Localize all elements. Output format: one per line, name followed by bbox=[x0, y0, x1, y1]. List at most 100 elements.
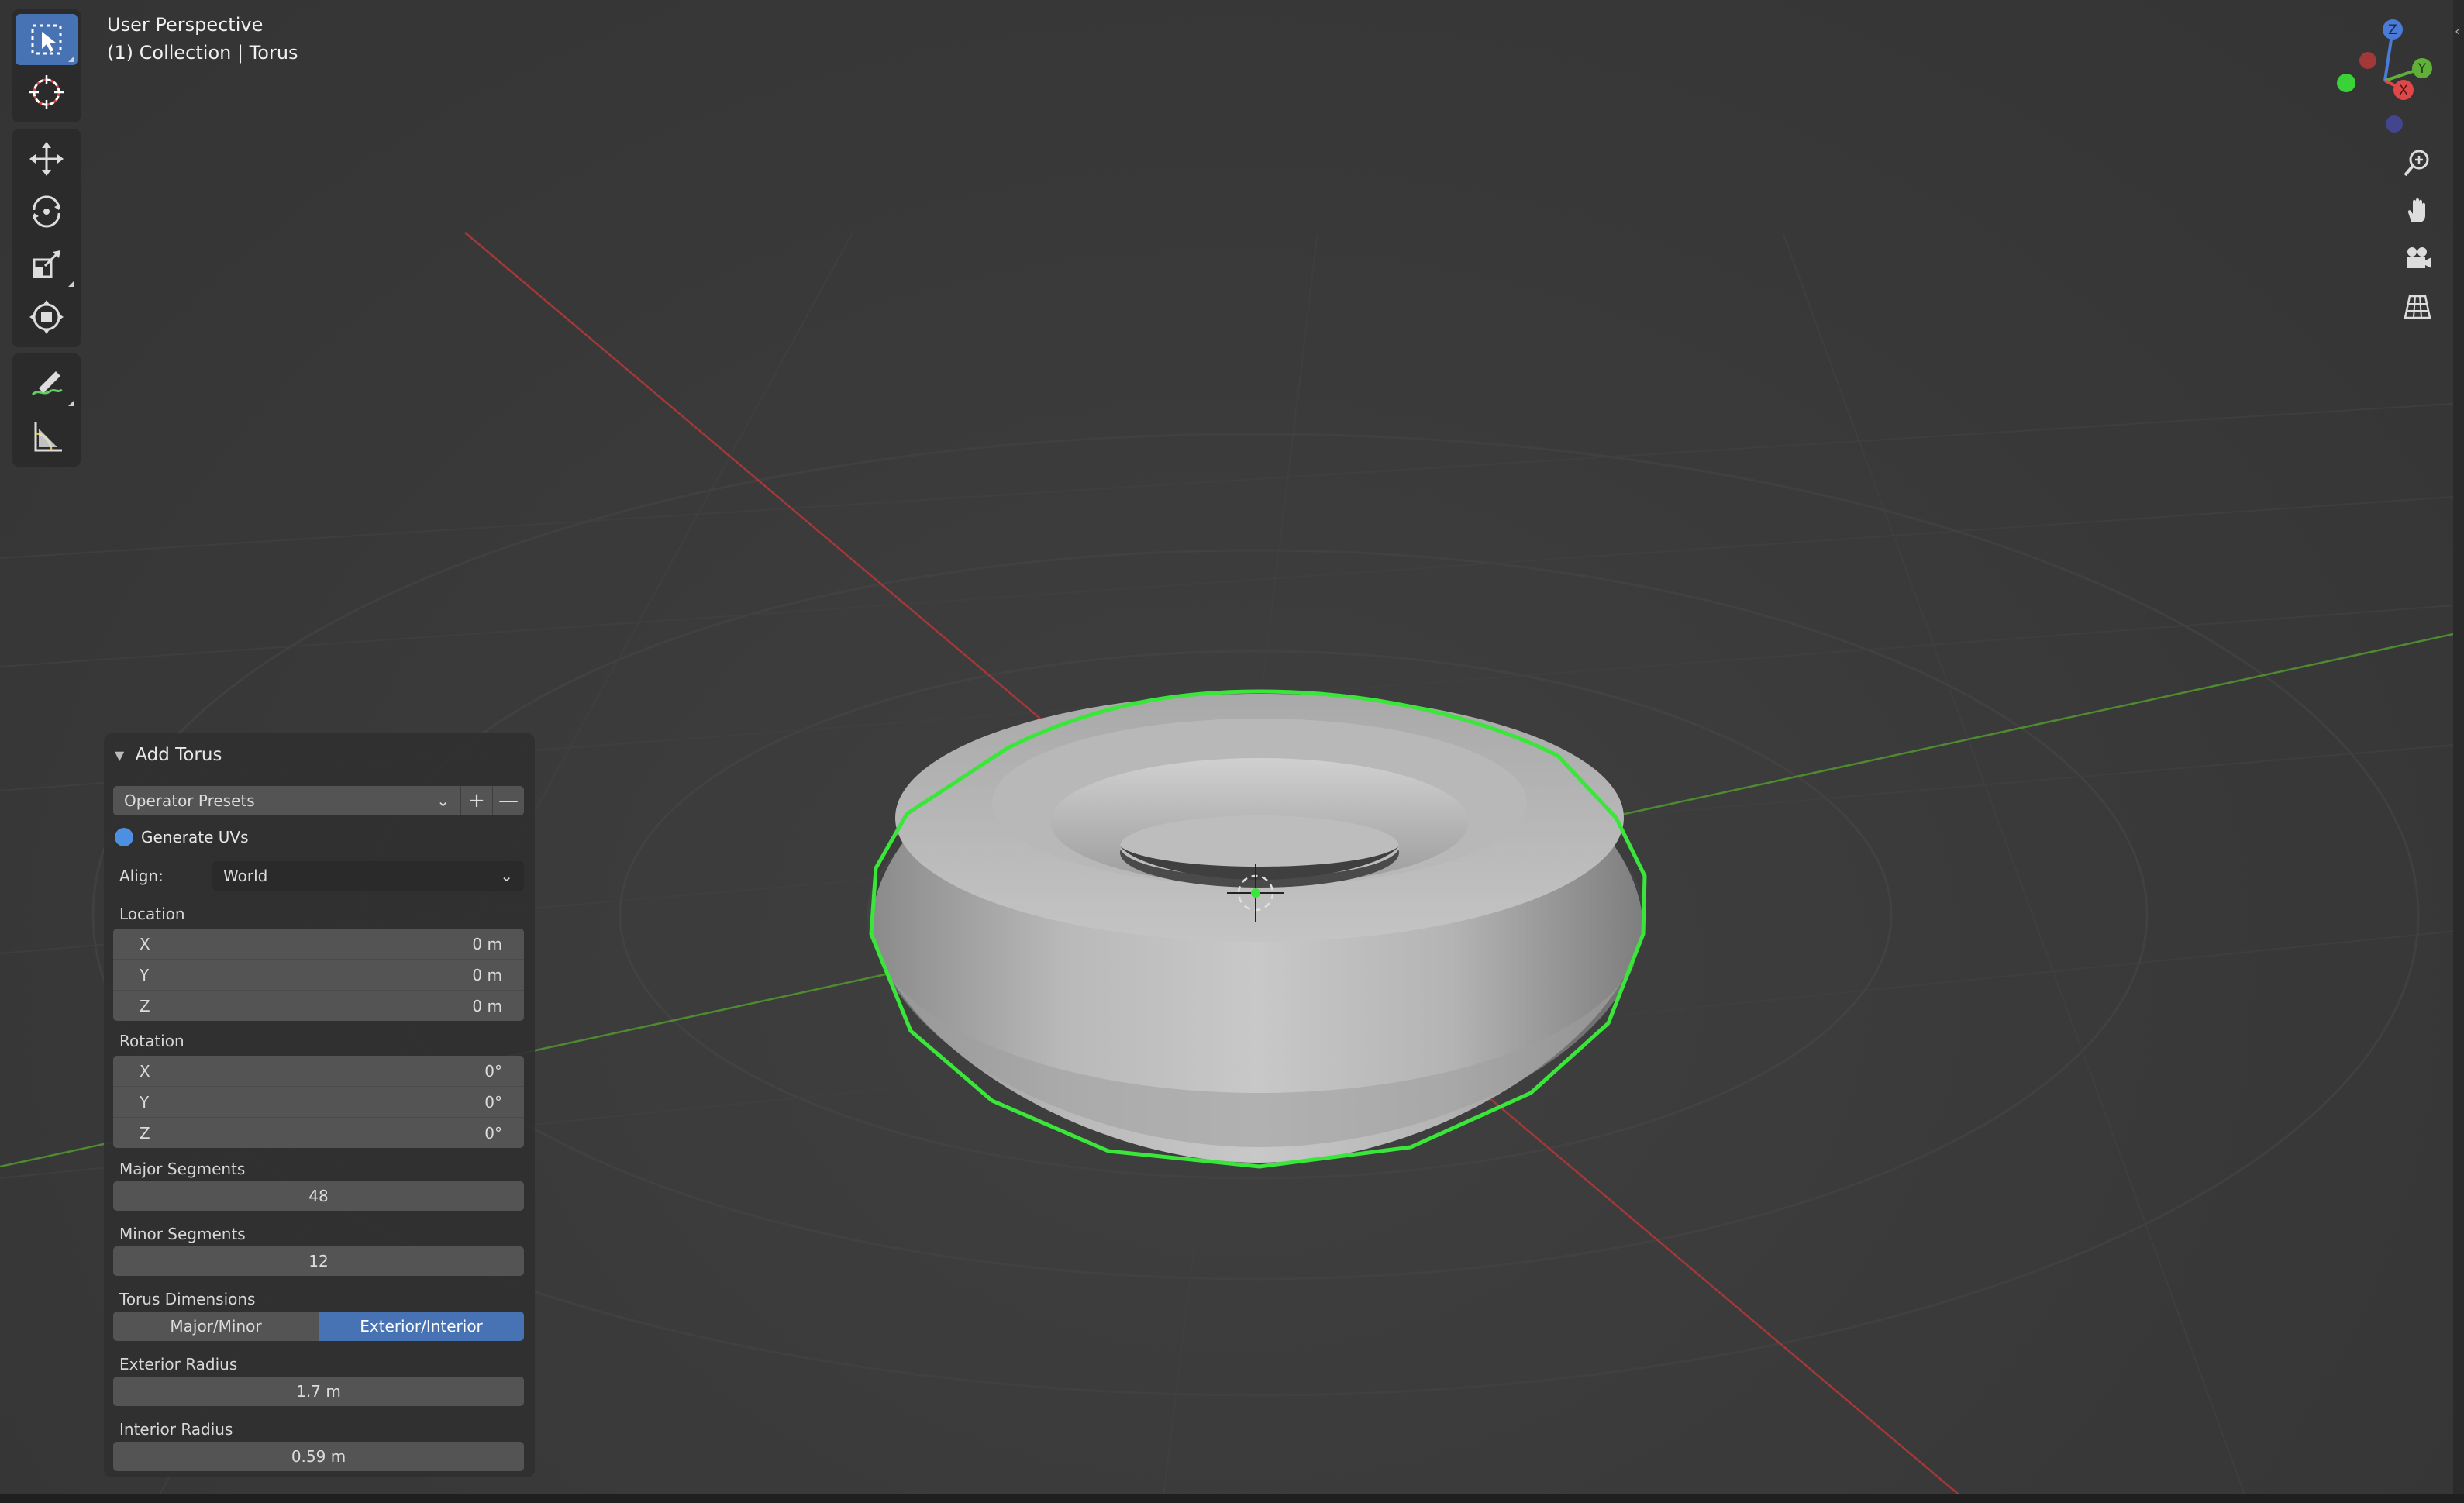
transform-tool[interactable] bbox=[16, 291, 78, 343]
collection-info: (1) Collection | Torus bbox=[107, 42, 298, 64]
rotation-fields: X 0° Y 0° Z 0° bbox=[113, 1056, 524, 1148]
x-axis-label: X bbox=[2399, 83, 2408, 98]
axis-label: Z bbox=[140, 1123, 150, 1143]
move-tool[interactable] bbox=[16, 133, 78, 184]
exterior-interior-option[interactable]: Exterior/Interior bbox=[319, 1312, 524, 1341]
operator-panel-header[interactable]: ▼ Add Torus bbox=[104, 733, 535, 777]
annotate-tool[interactable] bbox=[16, 358, 78, 409]
z-axis-label: Z bbox=[2388, 22, 2397, 38]
neg-z-handle[interactable] bbox=[2386, 115, 2403, 133]
select-box-tool[interactable] bbox=[16, 14, 78, 65]
operator-panel: ▼ Add Torus Operator Presets ⌄ + — Gener… bbox=[104, 733, 535, 1477]
axis-label: X bbox=[140, 934, 150, 953]
viewport-nav-buttons bbox=[2394, 140, 2441, 332]
field-value: 0 m bbox=[472, 934, 502, 953]
tool-group-transform bbox=[12, 129, 81, 347]
y-axis-label: Y bbox=[2417, 61, 2427, 77]
measure-icon bbox=[34, 422, 62, 452]
torus-object[interactable] bbox=[869, 689, 1647, 1169]
navigation-gizmo[interactable]: Z Y X bbox=[2317, 11, 2448, 143]
add-preset-button[interactable]: + bbox=[460, 786, 492, 815]
tool-variant-indicator bbox=[68, 281, 74, 287]
field-value: 0.59 m bbox=[291, 1447, 346, 1466]
perspective-toggle-button[interactable] bbox=[2394, 284, 2441, 330]
neg-x-handle[interactable] bbox=[2359, 52, 2376, 69]
minus-icon: — bbox=[498, 789, 519, 812]
option-label: Exterior/Interior bbox=[360, 1317, 483, 1336]
scale-tool[interactable] bbox=[16, 239, 78, 290]
field-value: 0° bbox=[484, 1061, 502, 1081]
tool-variant-indicator bbox=[68, 56, 74, 62]
axis-label: Z bbox=[140, 996, 150, 1015]
bottom-border bbox=[0, 1494, 2464, 1503]
tool-group-select bbox=[12, 9, 81, 122]
major-minor-option[interactable]: Major/Minor bbox=[113, 1312, 319, 1341]
generate-uvs-label: Generate UVs bbox=[141, 828, 249, 846]
plus-icon: + bbox=[468, 789, 485, 812]
interior-radius-field[interactable]: 0.59 m bbox=[113, 1442, 524, 1471]
axis-label: Y bbox=[140, 965, 150, 984]
field-value: 1.7 m bbox=[296, 1382, 341, 1401]
camera-view-button[interactable] bbox=[2394, 236, 2441, 282]
operator-presets-row: Operator Presets ⌄ + — bbox=[113, 786, 524, 815]
option-label: Major/Minor bbox=[170, 1317, 262, 1336]
collapse-triangle-icon[interactable]: ▼ bbox=[115, 748, 124, 763]
collapse-arrow-icon[interactable]: ‹ bbox=[2455, 23, 2460, 40]
align-label: Align: bbox=[119, 867, 164, 885]
neg-y-handle[interactable] bbox=[2337, 74, 2355, 92]
tool-variant-indicator bbox=[68, 400, 74, 406]
align-dropdown[interactable]: World ⌄ bbox=[212, 861, 524, 891]
major-segments-field[interactable]: 48 bbox=[113, 1181, 524, 1211]
operator-title: Add Torus bbox=[135, 745, 222, 765]
rotate-icon bbox=[33, 195, 60, 228]
field-value: 48 bbox=[308, 1187, 329, 1205]
view-info: User Perspective (1) Collection | Torus bbox=[107, 11, 298, 67]
move-icon bbox=[29, 142, 64, 176]
interior-radius-label: Interior Radius bbox=[119, 1420, 233, 1439]
rotation-y-field[interactable]: Y 0° bbox=[113, 1087, 524, 1118]
rotation-z-field[interactable]: Z 0° bbox=[113, 1118, 524, 1148]
exterior-radius-label: Exterior Radius bbox=[119, 1355, 238, 1374]
left-toolbar bbox=[12, 9, 81, 473]
generate-uvs-checkbox[interactable]: Generate UVs bbox=[115, 823, 249, 851]
chevron-down-icon: ⌄ bbox=[500, 867, 513, 885]
location-z-field[interactable]: Z 0 m bbox=[113, 991, 524, 1021]
region-edge[interactable]: ‹ bbox=[2453, 0, 2464, 1503]
checkbox-indicator[interactable] bbox=[115, 828, 133, 846]
camera-icon bbox=[2407, 247, 2431, 268]
field-value: 0° bbox=[484, 1092, 502, 1112]
axis-label: X bbox=[140, 1061, 150, 1081]
field-value: 0 m bbox=[472, 996, 502, 1015]
major-segments-label: Major Segments bbox=[119, 1160, 246, 1178]
chevron-down-icon: ⌄ bbox=[436, 791, 450, 810]
transform-icon bbox=[29, 300, 64, 334]
minor-segments-field[interactable]: 12 bbox=[113, 1246, 524, 1276]
remove-preset-button[interactable]: — bbox=[492, 786, 524, 815]
zoom-button[interactable] bbox=[2394, 140, 2441, 186]
field-value: 12 bbox=[308, 1252, 329, 1270]
zoom-icon bbox=[2404, 150, 2429, 177]
location-label: Location bbox=[119, 905, 185, 923]
field-value: 0° bbox=[484, 1123, 502, 1143]
location-y-field[interactable]: Y 0 m bbox=[113, 960, 524, 991]
pan-button[interactable] bbox=[2394, 188, 2441, 234]
location-fields: X 0 m Y 0 m Z 0 m bbox=[113, 929, 524, 1021]
torus-dimensions-toggle: Major/Minor Exterior/Interior bbox=[113, 1312, 524, 1341]
align-row: Align: World ⌄ bbox=[119, 860, 524, 891]
cursor-tool[interactable] bbox=[16, 67, 78, 118]
operator-presets-dropdown[interactable]: Operator Presets ⌄ bbox=[113, 786, 460, 815]
axis-label: Y bbox=[140, 1092, 150, 1112]
minor-segments-label: Minor Segments bbox=[119, 1225, 246, 1243]
rotation-x-field[interactable]: X 0° bbox=[113, 1056, 524, 1087]
exterior-radius-field[interactable]: 1.7 m bbox=[113, 1377, 524, 1406]
select-box-icon bbox=[31, 24, 62, 55]
rotation-label: Rotation bbox=[119, 1032, 184, 1050]
rotate-tool[interactable] bbox=[16, 186, 78, 237]
3d-viewport[interactable]: User Perspective (1) Collection | Torus bbox=[0, 0, 2464, 1503]
field-value: 0 m bbox=[472, 965, 502, 984]
pan-hand-icon bbox=[2407, 198, 2425, 222]
scale-icon bbox=[33, 250, 60, 278]
measure-tool[interactable] bbox=[16, 411, 78, 462]
location-x-field[interactable]: X 0 m bbox=[113, 929, 524, 960]
view-name: User Perspective bbox=[107, 14, 264, 36]
